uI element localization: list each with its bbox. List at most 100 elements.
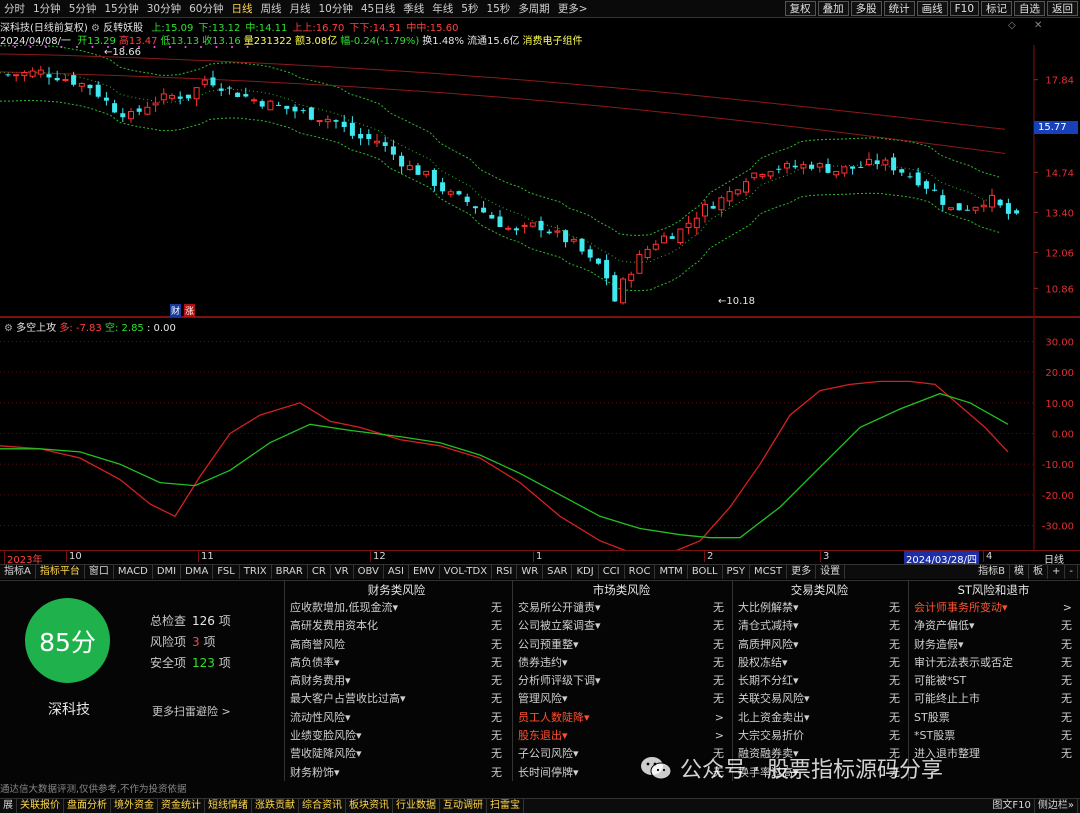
status-right-1[interactable]: 侧边栏» [1035,799,1078,813]
risk-item[interactable]: 高财务费用▾ 无 [285,672,508,690]
status-item-9[interactable]: 行业数据 [393,799,440,813]
indicator-tab-right-4[interactable]: - [1065,565,1078,579]
oscillator-chart[interactable]: 30.00 20.00 10.00 0.00 -10.00 -20.00 -30.00 [0,317,1080,550]
status-item-4[interactable]: 资金统计 [158,799,205,813]
indicator-tab-18[interactable]: KDJ [572,565,599,579]
indicator-tab-19[interactable]: CCI [599,565,625,579]
indicator-tab-15[interactable]: RSI [492,565,518,579]
risk-item[interactable]: 业绩变脸风险▾ 无 [285,727,508,745]
indicator-tab-14[interactable]: VOL-TDX [440,565,493,579]
price-chart[interactable]: 17.8416.2114.7413.4012.0610.86 [0,45,1080,317]
period-15[interactable]: 多周期 [514,0,554,18]
risk-item[interactable]: *ST股票 无 [909,727,1078,745]
rise-badge[interactable]: 涨 [184,304,196,317]
status-item-2[interactable]: 盘面分析 [64,799,111,813]
period-0[interactable]: 分时 [0,0,29,18]
indicator-tab-13[interactable]: EMV [409,565,440,579]
indicator-tab-5[interactable]: DMA [181,565,214,579]
toolbar-button-8[interactable]: 返回 [1047,1,1078,16]
risk-item[interactable]: 财务造假▾ 无 [909,636,1078,654]
status-item-8[interactable]: 板块资讯 [346,799,393,813]
period-1[interactable]: 1分钟 [29,0,65,18]
period-2[interactable]: 5分钟 [65,0,101,18]
risk-item[interactable]: 可能终止上市 无 [909,690,1078,708]
risk-item[interactable]: ST股票 无 [909,709,1078,727]
period-4[interactable]: 30分钟 [143,0,185,18]
indicator-tab-22[interactable]: BOLL [688,565,723,579]
period-3[interactable]: 15分钟 [100,0,142,18]
risk-item[interactable]: 最大客户占营收比过高▾ 无 [285,690,508,708]
period-5[interactable]: 60分钟 [185,0,227,18]
risk-item[interactable]: 高商誉风险 无 [285,636,508,654]
indicator-tab-21[interactable]: MTM [655,565,688,579]
indicator-tab-7[interactable]: TRIX [240,565,272,579]
risk-item[interactable]: 应收款增加,低现金流▾ 无 [285,599,508,617]
indicator-tab-right-2[interactable]: 板 [1029,565,1048,579]
indicator-tab-8[interactable]: BRAR [272,565,308,579]
risk-item[interactable]: 债券违约▾ 无 [513,654,730,672]
risk-item[interactable]: 净资产偏低▾ 无 [909,617,1078,635]
risk-item[interactable]: 管理风险▾ 无 [513,690,730,708]
risk-item[interactable]: 股东退出▾ > [513,727,730,745]
risk-item[interactable]: 交易所公开谴责▾ 无 [513,599,730,617]
toolbar-button-5[interactable]: F10 [949,1,979,16]
indicator-tab-right-3[interactable]: + [1048,565,1066,579]
indicator-tab-10[interactable]: VR [331,565,354,579]
risk-item[interactable]: 营收陡降风险▾ 无 [285,745,508,763]
period-13[interactable]: 5秒 [457,0,482,18]
toolbar-button-3[interactable]: 统计 [883,1,915,16]
risk-item[interactable]: 可能被*ST 无 [909,672,1078,690]
indicator-tab-0[interactable]: 指标A [0,565,36,579]
indicator-tab-16[interactable]: WR [517,565,544,579]
risk-item[interactable]: 高负债率▾ 无 [285,654,508,672]
period-9[interactable]: 10分钟 [315,0,357,18]
indicator-tab-23[interactable]: PSY [723,565,751,579]
risk-item[interactable]: 清仓式减持▾ 无 [733,617,906,635]
indicator-tab-1[interactable]: 指标平台 [36,565,85,579]
risk-item[interactable]: 财务粉饰▾ 无 [285,764,508,782]
risk-item[interactable]: 大宗交易折价 无 [733,727,906,745]
risk-item[interactable]: 会计师事务所变动▾ > [909,599,1078,617]
status-item-6[interactable]: 涨跌贡献 [252,799,299,813]
diamond-icon[interactable]: ◇ [1008,20,1016,31]
indicator-tab-3[interactable]: MACD [114,565,153,579]
risk-item[interactable]: 股权冻结▾ 无 [733,654,906,672]
risk-item[interactable]: 高研发费用资本化 无 [285,617,508,635]
indicator-tab-25[interactable]: 更多 [787,565,817,579]
indicator-tab-11[interactable]: OBV [354,565,384,579]
risk-item[interactable]: 审计无法表示或否定 无 [909,654,1078,672]
indicator-tab-2[interactable]: 窗口 [85,565,114,579]
risk-item[interactable]: 流动性风险▾ 无 [285,709,508,727]
indicator-tab-right-1[interactable]: 模 [1010,565,1029,579]
oscillator-name[interactable]: 多空上攻 [16,323,56,334]
risk-item[interactable]: 大比例解禁▾ 无 [733,599,906,617]
risk-item[interactable]: 公司被立案调查▾ 无 [513,617,730,635]
finance-badge[interactable]: 财 [170,304,182,317]
risk-item[interactable]: 公司预重整▾ 无 [513,636,730,654]
toolbar-button-4[interactable]: 画线 [916,1,948,16]
status-item-7[interactable]: 综合资讯 [299,799,346,813]
period-12[interactable]: 年线 [428,0,457,18]
toolbar-button-6[interactable]: 标记 [981,1,1012,16]
risk-item[interactable]: 高质押风险▾ 无 [733,636,906,654]
close-icon[interactable]: ✕ [1034,20,1042,31]
period-11[interactable]: 季线 [399,0,428,18]
status-item-3[interactable]: 境外资金 [111,799,158,813]
status-right-0[interactable]: 图文F10 [989,799,1035,813]
indicator-tab-17[interactable]: SAR [543,565,573,579]
status-item-10[interactable]: 互动调研 [440,799,487,813]
status-item-5[interactable]: 短线情绪 [205,799,252,813]
risk-item[interactable]: 分析师评级下调▾ 无 [513,672,730,690]
status-item-1[interactable]: 关联报价 [17,799,64,813]
indicator-tab-right-0[interactable]: 指标B [974,565,1010,579]
indicator-tab-12[interactable]: ASI [384,565,409,579]
period-10[interactable]: 45日线 [357,0,399,18]
toolbar-button-0[interactable]: 复权 [784,1,816,16]
indicator-tab-26[interactable]: 设置 [816,565,846,579]
risk-item[interactable]: 员工人数陡降▾ > [513,709,730,727]
indicator-tab-24[interactable]: MCST [750,565,788,579]
more-scan-link[interactable]: 更多扫雷避险 > [152,703,231,719]
risk-item[interactable]: 北上资金卖出▾ 无 [733,709,906,727]
period-14[interactable]: 15秒 [482,0,514,18]
period-8[interactable]: 月线 [286,0,315,18]
